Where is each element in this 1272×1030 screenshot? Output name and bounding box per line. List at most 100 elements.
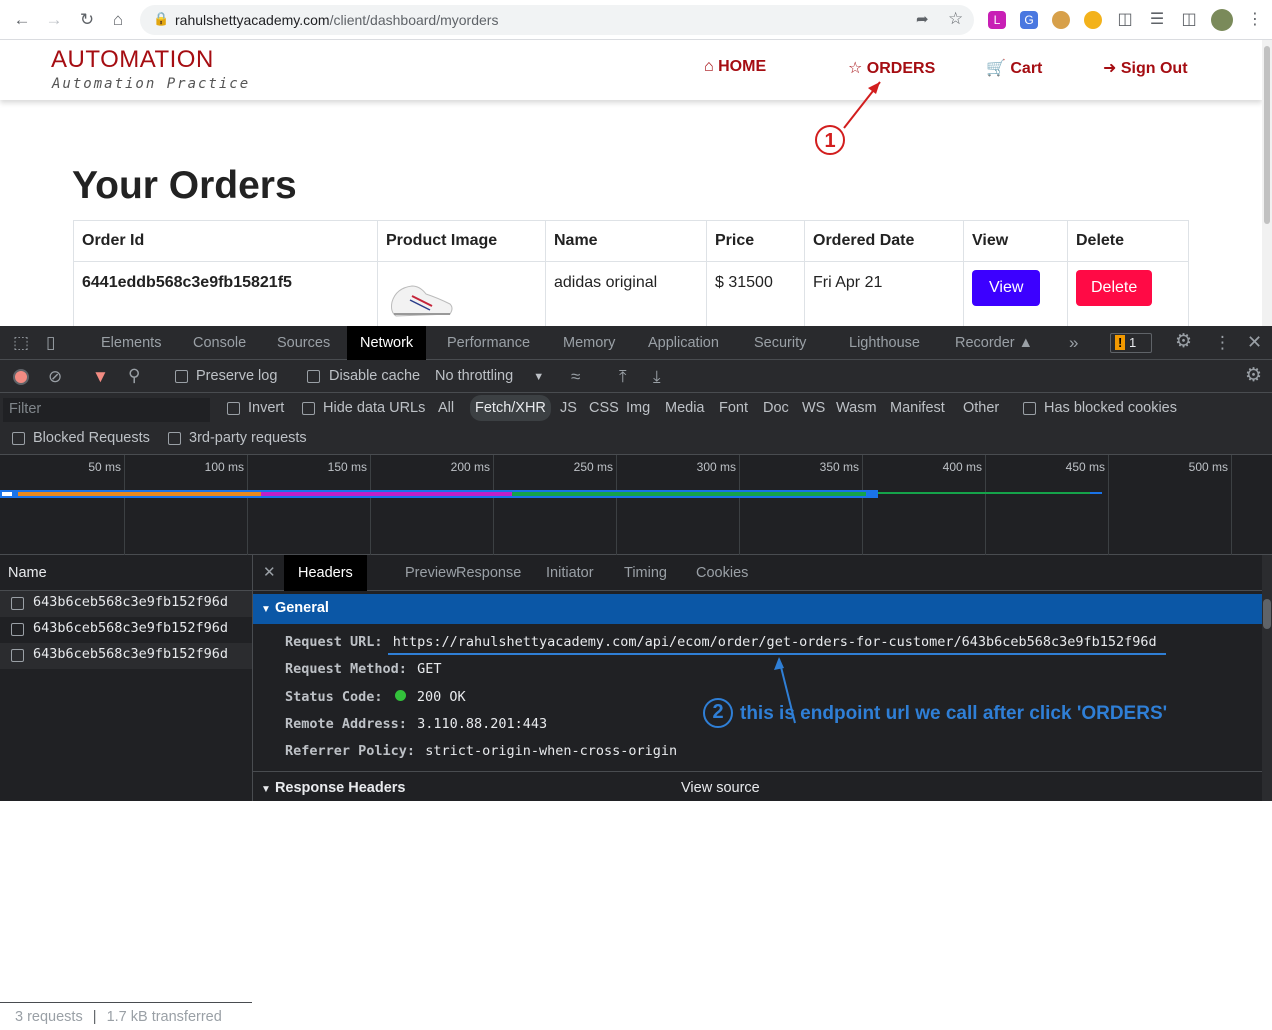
- tab-performance[interactable]: Performance: [437, 326, 540, 360]
- issues-badge[interactable]: ! 1: [1110, 333, 1152, 353]
- filter-type-wasm[interactable]: Wasm: [832, 395, 881, 421]
- tab-timing[interactable]: Timing: [612, 555, 679, 591]
- forward-icon[interactable]: →: [42, 8, 66, 32]
- brand-title[interactable]: AUTOMATION: [51, 46, 214, 74]
- tab-memory[interactable]: Memory: [553, 326, 625, 360]
- filter-type-media[interactable]: Media: [661, 395, 709, 421]
- tab-initiator[interactable]: Initiator: [534, 555, 606, 591]
- browser-toolbar: ← → ↻ ⌂ 🔒 rahulshettyacademy.com/client/…: [0, 0, 1272, 40]
- filter-type-manifest[interactable]: Manifest: [886, 395, 949, 421]
- download-icon[interactable]: ⤓: [653, 367, 661, 387]
- inspect-icon[interactable]: ⬚: [13, 333, 29, 353]
- blocked-cookies-checkbox[interactable]: [1023, 402, 1036, 415]
- timeline-gridline: [493, 455, 494, 555]
- tab-elements[interactable]: Elements: [91, 326, 171, 360]
- star-icon[interactable]: ☆: [948, 9, 963, 29]
- filter-type-other[interactable]: Other: [959, 395, 1003, 421]
- tab-cookies[interactable]: Cookies: [684, 555, 760, 591]
- device-toolbar-icon[interactable]: ▯: [46, 333, 55, 353]
- filter-input[interactable]: Filter: [3, 398, 210, 422]
- close-icon[interactable]: ✕: [1247, 332, 1262, 352]
- timeline-tick-label: 500 ms: [1188, 460, 1228, 474]
- reload-icon[interactable]: ↻: [75, 8, 99, 32]
- timeline-gridline: [616, 455, 617, 555]
- tab-recorder[interactable]: Recorder ▲: [945, 326, 1043, 360]
- third-party-checkbox[interactable]: [168, 432, 181, 445]
- clear-icon[interactable]: ⊘: [48, 367, 62, 387]
- gear-icon[interactable]: ⚙: [1175, 332, 1192, 352]
- name-column-header[interactable]: Name: [0, 555, 252, 591]
- request-url-value[interactable]: https://rahulshettyacademy.com/api/ecom/…: [393, 634, 1157, 650]
- devtools-panel: ⬚ ▯ Elements Console Sources Network Per…: [0, 326, 1272, 1025]
- network-conditions-icon[interactable]: ≈: [571, 367, 580, 387]
- upload-icon[interactable]: ⤒: [619, 367, 627, 387]
- scrollbar-thumb[interactable]: [1264, 46, 1270, 224]
- kebab-menu-icon[interactable]: ⋮: [1214, 333, 1231, 353]
- translate-icon[interactable]: G: [1020, 11, 1038, 29]
- avatar[interactable]: [1211, 9, 1233, 31]
- filter-type-ws[interactable]: WS: [798, 395, 829, 421]
- tab-sources[interactable]: Sources: [267, 326, 340, 360]
- extension-icon[interactable]: L: [988, 11, 1006, 29]
- nav-orders-link[interactable]: ☆ ORDERS: [848, 58, 935, 78]
- back-icon[interactable]: ←: [10, 8, 34, 32]
- nav-signout-link[interactable]: ➜ Sign Out: [1103, 58, 1188, 78]
- table-row: 6441eddb568c3e9fb15821f5 adidas original…: [73, 261, 1189, 326]
- filter-type-js[interactable]: JS: [556, 395, 581, 421]
- view-button[interactable]: View: [972, 270, 1041, 306]
- filter-type-font[interactable]: Font: [715, 395, 752, 421]
- search-icon[interactable]: ⚲: [128, 366, 140, 386]
- filter-type-fetch-xhr[interactable]: Fetch/XHR: [470, 395, 551, 421]
- timeline-gridline: [739, 455, 740, 555]
- tab-lighthouse[interactable]: Lighthouse: [839, 326, 930, 360]
- detail-scrollbar[interactable]: [1262, 555, 1272, 801]
- third-party-label: 3rd-party requests: [189, 430, 307, 446]
- tab-console[interactable]: Console: [183, 326, 256, 360]
- network-timeline[interactable]: 50 ms 100 ms 150 ms 200 ms 250 ms 300 ms…: [0, 455, 1272, 555]
- home-icon[interactable]: ⌂: [106, 8, 130, 32]
- view-source-link[interactable]: View source: [681, 780, 760, 796]
- response-headers-section[interactable]: ▼ Response Headers View source: [253, 771, 1262, 801]
- devtools-tabbar: ⬚ ▯ Elements Console Sources Network Per…: [0, 326, 1272, 360]
- close-icon[interactable]: ✕: [263, 563, 276, 583]
- tab-network[interactable]: Network: [347, 326, 427, 360]
- network-settings-icon[interactable]: ⚙: [1245, 366, 1262, 386]
- request-row[interactable]: 643b6ceb568c3e9fb152f96d: [0, 591, 252, 617]
- disable-cache-checkbox[interactable]: [307, 370, 320, 383]
- page-title: Your Orders: [72, 164, 297, 207]
- preserve-log-checkbox[interactable]: [175, 370, 188, 383]
- nav-home-link[interactable]: ⌂ HOME: [704, 58, 766, 76]
- nav-cart-link[interactable]: 🛒 Cart: [986, 58, 1042, 78]
- filter-icon[interactable]: ▼: [92, 367, 109, 387]
- menu-icon[interactable]: ⋮: [1243, 8, 1267, 32]
- hide-data-urls-checkbox[interactable]: [302, 402, 315, 415]
- tab-headers[interactable]: Headers: [284, 555, 367, 591]
- reading-list-icon[interactable]: ☰: [1145, 8, 1169, 32]
- tab-response[interactable]: Response: [444, 555, 533, 591]
- general-section-header[interactable]: ▼ General: [253, 594, 1262, 624]
- record-icon[interactable]: [13, 369, 29, 385]
- filter-type-img[interactable]: Img: [622, 395, 654, 421]
- puzzle-icon[interactable]: ◫: [1113, 8, 1137, 32]
- invert-checkbox[interactable]: [227, 402, 240, 415]
- filter-type-css[interactable]: CSS: [585, 395, 623, 421]
- throttling-select[interactable]: No throttling ▼: [435, 368, 544, 384]
- share-icon[interactable]: ➦: [916, 10, 929, 28]
- address-bar[interactable]: 🔒 rahulshettyacademy.com/client/dashboar…: [140, 5, 974, 35]
- request-row[interactable]: 643b6ceb568c3e9fb152f96d: [0, 617, 252, 643]
- page-scrollbar[interactable]: [1262, 40, 1272, 326]
- header-row-remote: Remote Address: 3.110.88.201:443: [285, 716, 547, 732]
- request-row[interactable]: 643b6ceb568c3e9fb152f96d: [0, 643, 252, 669]
- blocked-requests-checkbox[interactable]: [12, 432, 25, 445]
- extension-icon[interactable]: [1084, 11, 1102, 29]
- timeline-bar: [261, 492, 512, 496]
- filter-type-doc[interactable]: Doc: [759, 395, 793, 421]
- tab-security[interactable]: Security: [744, 326, 816, 360]
- scrollbar-thumb[interactable]: [1263, 599, 1271, 629]
- delete-button[interactable]: Delete: [1076, 270, 1153, 306]
- sidepanel-icon[interactable]: ◫: [1177, 8, 1201, 32]
- tab-application[interactable]: Application: [638, 326, 729, 360]
- more-tabs-icon[interactable]: »: [1069, 333, 1078, 353]
- filter-type-all[interactable]: All: [434, 395, 458, 421]
- cookie-icon[interactable]: [1052, 11, 1070, 29]
